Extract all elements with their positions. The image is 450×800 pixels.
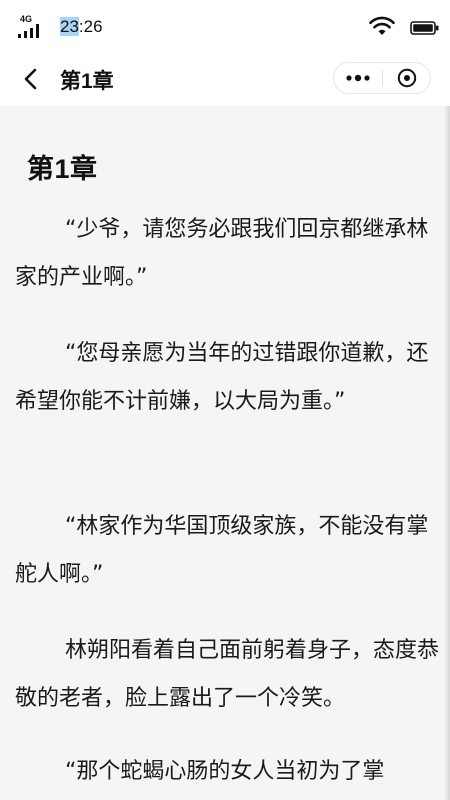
status-time: 23:26: [60, 17, 103, 37]
network-type-label: 4G: [20, 14, 33, 24]
paragraph: “林家作为华国顶级家族，不能没有掌舵人啊。”: [15, 514, 429, 587]
chevron-left-icon: [24, 68, 37, 90]
reader-content[interactable]: 第1章 “少爷，请您务必跟我们回京都继承林家的产业啊。” “您母亲愿为当年的过错…: [0, 106, 450, 800]
paragraph: 林朔阳看着自己面前躬着身子，态度恭敬的老者，脸上露出了一个冷笑。: [15, 638, 440, 711]
chapter-heading: 第1章: [27, 154, 98, 184]
paragraph: “您母亲愿为当年的过错跟你道歉，还希望你能不计前嫌，以大局为重。”: [15, 341, 429, 414]
wifi-icon: [369, 16, 395, 35]
cellular-signal-icon: 4G: [18, 14, 46, 40]
page-title: 第1章: [60, 70, 114, 93]
page-edge-shadow: [444, 106, 450, 800]
close-circle-icon: [397, 68, 417, 88]
status-time-minutes: :26: [78, 17, 103, 36]
miniprogram-capsule: [333, 62, 431, 94]
more-button[interactable]: [334, 63, 382, 93]
battery-icon: [410, 21, 439, 35]
status-bar: 4G 23:26: [0, 0, 450, 54]
navigation-bar: 第1章: [0, 54, 450, 106]
more-dots-icon: [346, 74, 370, 82]
close-miniprogram-button[interactable]: [384, 63, 430, 93]
paragraph: “那个蛇蝎心肠的女人当初为了掌: [65, 759, 385, 784]
status-time-hour: 23: [60, 17, 79, 36]
back-button[interactable]: [20, 67, 44, 91]
paragraph: “少爷，请您务必跟我们回京都继承林家的产业啊。”: [15, 217, 429, 290]
capsule-divider: [382, 70, 383, 86]
